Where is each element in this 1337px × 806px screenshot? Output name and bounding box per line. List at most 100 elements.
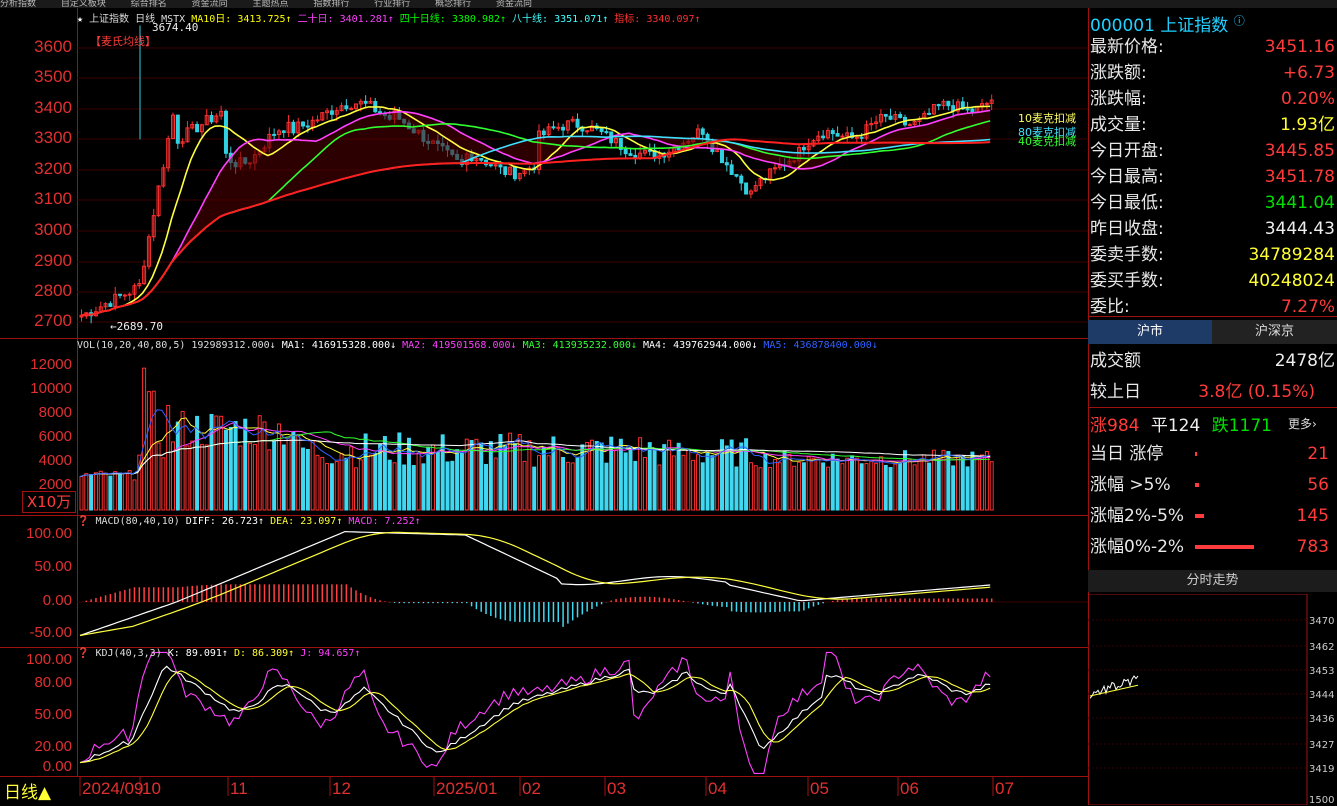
volume-bar [161, 457, 166, 511]
vol-legend-item: MA2: 419501568.000↓ [402, 340, 523, 351]
candle-body [108, 303, 113, 307]
candle-body [301, 121, 306, 127]
volume-bar [262, 421, 267, 511]
volume-bar [276, 423, 281, 511]
macd-legend-item: MACD: 7.252↑ [348, 516, 421, 527]
intraday-tick: 3427 [1309, 740, 1334, 751]
info-icon[interactable]: ⓘ [1234, 14, 1245, 27]
period-selector[interactable]: 日线▲ [4, 778, 51, 803]
candle-body [720, 149, 724, 164]
tab-hsj[interactable]: 沪深京 [1212, 320, 1337, 344]
limit-label: 当日 涨停 [1090, 444, 1164, 464]
candle-body [498, 164, 503, 168]
volume-bar [951, 465, 956, 511]
volume-bar [305, 448, 310, 511]
volume-bar [604, 462, 609, 511]
volume-bar [435, 452, 440, 511]
volume-bar [190, 440, 195, 511]
kline-chart[interactable] [0, 0, 1088, 805]
limit-value: 56 [1307, 475, 1329, 495]
price-tick: 3000 [34, 220, 72, 239]
quote-value: 3444.43 [1264, 219, 1335, 239]
ma-tag: 40麦克扣减 [1018, 135, 1076, 148]
volume-bar [339, 453, 344, 511]
candle-body [585, 130, 590, 133]
more-link[interactable]: 更多› [1288, 415, 1317, 432]
kdj-line [79, 665, 991, 764]
volume-bar [354, 467, 358, 511]
limit-label: 涨幅0%-2% [1090, 537, 1185, 557]
volume-bar [917, 458, 922, 511]
volume-bar [291, 431, 296, 511]
volume-bar [671, 455, 676, 511]
volume-bar [132, 479, 137, 511]
volume-bar [426, 446, 431, 511]
candle-body [739, 175, 744, 184]
volume-bar [219, 415, 224, 511]
ma-legend-item: 八十线: 3351.071↑ [512, 14, 615, 25]
volume-bar [893, 463, 898, 511]
volume-bar [450, 460, 455, 511]
volume-bar [561, 456, 566, 511]
candle-body [700, 128, 705, 135]
volume-bar [628, 447, 633, 511]
candle-body [291, 121, 296, 134]
kdj-legend-item: K: 89.091↑ [167, 648, 234, 659]
limit-row: 涨幅0%-2% 783 [1090, 534, 1335, 560]
volume-bar [118, 472, 123, 511]
volume-bar [647, 442, 652, 511]
time-tick: 04 [708, 779, 727, 798]
candle-body [223, 110, 228, 154]
volume-bar [233, 421, 238, 511]
quote-label: 委卖手数: [1090, 245, 1164, 265]
volume-bar [503, 444, 508, 511]
macd-legend-item: DIFF: 26.723↑ [185, 516, 271, 527]
volume-bar [806, 456, 811, 511]
volume-bar [546, 455, 551, 511]
candle-body [628, 153, 633, 156]
volume-bar [378, 443, 383, 511]
intraday-tick: 3436 [1309, 714, 1334, 725]
volume-bar [387, 459, 392, 511]
candle-body [883, 113, 888, 117]
candle-body [734, 174, 739, 177]
candle-body [281, 130, 286, 133]
candle-body [305, 125, 310, 128]
quote-row: 涨跌额: +6.73 [1090, 60, 1335, 86]
volume-bar [922, 454, 927, 511]
candle-body [888, 115, 893, 120]
quote-label: 涨跌额: [1090, 63, 1147, 83]
volume-bar [325, 463, 330, 511]
volume-bar [151, 390, 156, 511]
volume-bar [565, 461, 570, 511]
candle-body [840, 135, 845, 138]
quote-value: 3441.04 [1264, 193, 1335, 213]
vol-legend: VOL(10,20,40,80,5) 192989312.000↓ MA1: 4… [77, 340, 878, 351]
volume-bar [874, 462, 879, 511]
intraday-chart[interactable]: 3470 3462 3453 3444 3436 3427 3419 1500 [1088, 594, 1337, 805]
volume-bar [185, 445, 190, 511]
kdj-legend-item: J: 94.657↑ [300, 648, 361, 659]
volume-bar [580, 444, 585, 511]
volume-bar [334, 461, 339, 511]
volume-bar [965, 466, 970, 511]
candle-body [488, 164, 493, 167]
volume-bar [527, 440, 532, 511]
intraday-title[interactable]: 分时走势 [1088, 570, 1337, 592]
volume-bar [989, 461, 994, 511]
price-tick: 2800 [34, 281, 72, 300]
candle-body [349, 107, 354, 110]
candle-body [599, 127, 604, 133]
quote-row: 今日最高: 3451.78 [1090, 164, 1335, 190]
volume-bar [440, 434, 445, 511]
tab-sh[interactable]: 沪市 [1088, 320, 1212, 344]
volume-bar [329, 463, 334, 511]
candle-body [835, 133, 840, 137]
time-tick: 2024/09 [82, 779, 144, 798]
kdj-tick: 50.00 [34, 706, 72, 723]
volume-bar [724, 445, 729, 511]
candle-body [936, 104, 941, 107]
price-tick: 2900 [34, 251, 72, 270]
volume-bar [204, 444, 209, 511]
intraday-tick: 3453 [1309, 666, 1334, 677]
